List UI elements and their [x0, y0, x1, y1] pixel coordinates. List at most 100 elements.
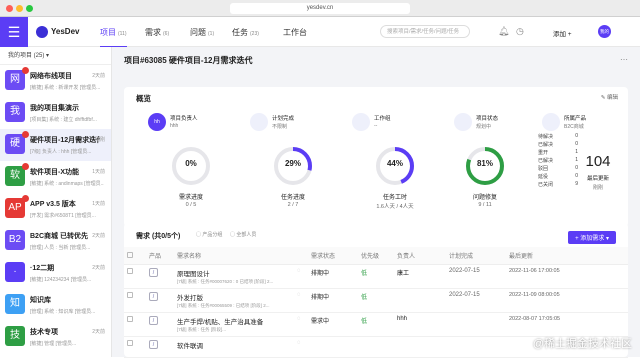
sidebar-item[interactable]: AP APP v3.5 版本 [开发] 需求#6508T1 [管理员... 1天前: [0, 193, 111, 225]
search-input[interactable]: 搜索项目/需求/任务/问题/任务: [380, 25, 470, 38]
tab-requirements[interactable]: 需求 (6): [145, 27, 169, 38]
project-name: 知识库: [30, 297, 51, 304]
progress-value: 2 / 7: [287, 202, 299, 208]
notification-badge: [22, 195, 29, 202]
edit-button[interactable]: ✎ 编辑: [601, 93, 618, 101]
tab-tasks[interactable]: 任务 (23): [232, 27, 259, 38]
project-time: 2天前: [92, 233, 105, 239]
requirement-status[interactable]: 需求中: [308, 312, 358, 337]
tab-issues[interactable]: 问题 (1): [190, 27, 214, 38]
meta-value: --: [374, 123, 378, 129]
progress-value: 9 / 11: [478, 202, 492, 208]
priority[interactable]: 低: [358, 288, 394, 313]
sidebar-item[interactable]: · ·12二期 [敏捷] 124234234 [管理员... 2天前: [0, 257, 111, 289]
progress-stat: 81% 问题修复 9 / 11: [464, 145, 506, 208]
status-label: 已关闭: [538, 182, 554, 188]
requirement-title[interactable]: 生产手焊/机贴、生产治具准备: [177, 316, 291, 326]
sidebar-item[interactable]: 技技术专项 [敏捷] 管理 [管理员... 2天前: [0, 321, 111, 353]
project-time: 1天前: [92, 169, 105, 175]
meta-value: B2C商城: [564, 124, 584, 130]
all-people-toggle[interactable]: ◯ 全部人员: [230, 231, 256, 238]
minimize-window-icon[interactable]: [16, 5, 23, 12]
sidebar-item[interactable]: 软软件项目-X功能 [敏捷] 系统 : andinmaps [管理员... 1天前: [0, 161, 111, 193]
sidebar-item[interactable]: 我我的项目集演示 [项目集] 系统 : 建立 dhfftdfbf...: [0, 97, 111, 129]
table-row[interactable]: / 原理图设计 [7级] 系统 : 任务#00007620 : 0 已结项 [阶段]…: [124, 264, 628, 289]
menu-icon[interactable]: ☰: [0, 17, 28, 47]
progress-value: 1.6人天 / 4人天: [376, 204, 414, 210]
plan-date[interactable]: 2022-07-15: [446, 264, 506, 289]
project-filter[interactable]: 我的项目 (25) ▾: [0, 47, 111, 65]
tab-workbench[interactable]: 工作台: [283, 27, 307, 38]
priority[interactable]: [358, 336, 394, 358]
column-header[interactable]: 需求名称: [174, 247, 294, 265]
column-header[interactable]: [124, 247, 146, 265]
column-header[interactable]: 最后更新: [506, 247, 628, 265]
address-bar[interactable]: yesdev.cn: [230, 3, 410, 14]
clock-icon[interactable]: ◷: [516, 26, 524, 37]
priority[interactable]: 低: [358, 312, 394, 337]
requirement-status[interactable]: 排期中: [308, 264, 358, 289]
sidebar-item[interactable]: B2 B2C商城 已转优先 [管理] 人员 : 当新 [管理员... 2天前: [0, 225, 111, 257]
plan-date[interactable]: 2022-07-15: [446, 288, 506, 313]
meta-icon: hh: [148, 113, 166, 131]
row-checkbox[interactable]: [127, 316, 133, 322]
top-navbar: ☰ YesDev 项目 (11) 需求 (6) 问题 (1) 任务 (23) 工作台 搜…: [0, 17, 640, 48]
owner[interactable]: 康工: [394, 264, 446, 289]
browser-chrome: yesdev.cn: [0, 0, 640, 17]
row-checkbox[interactable]: [127, 292, 133, 298]
product-group-toggle[interactable]: ◯ 产品分组: [196, 231, 222, 238]
column-header[interactable]: 优先级: [358, 247, 394, 265]
status-dot-icon: ◌: [294, 288, 308, 313]
bell-icon[interactable]: 🔔︎: [498, 26, 509, 37]
requirement-status[interactable]: [308, 336, 358, 358]
big-label: 最后更新: [586, 176, 609, 182]
requirement-title[interactable]: 外发打版: [177, 292, 291, 302]
plan-date[interactable]: [446, 312, 506, 337]
project-avatar: 技: [5, 326, 25, 346]
maximize-window-icon[interactable]: [26, 5, 33, 12]
select-all-checkbox[interactable]: [127, 251, 133, 258]
column-header[interactable]: [294, 247, 308, 265]
project-sub: [7级] 负责人 : hhh [管理员...: [30, 149, 92, 155]
progress-percent: 81%: [476, 159, 493, 168]
sidebar-item[interactable]: 硬硬件项目-12月需求迭代 [7级] 负责人 : hhh [管理员... 刚刚: [0, 129, 111, 161]
sidebar-item[interactable]: 知知识库 [管理] 系统 : 知识库 [管理员...: [0, 289, 111, 321]
table-row[interactable]: / 外发打版 [7级] 系统 : 任务#00065509 : 已结项 [阶段] 2.…: [124, 288, 628, 313]
tab-projects[interactable]: 项目 (11): [100, 27, 127, 48]
column-header[interactable]: 产品: [146, 247, 174, 265]
meta-label: 项目状态: [476, 116, 499, 122]
row-checkbox[interactable]: [127, 340, 133, 346]
owner[interactable]: hhh: [394, 312, 446, 337]
status-row: 已关闭 9: [538, 181, 578, 189]
project-sub: [项目集] 系统 : 建立 dhfftdfbf...: [30, 117, 97, 123]
meta-label: 计划完成: [272, 116, 295, 122]
project-avatar: B2: [5, 230, 25, 250]
column-header[interactable]: 负责人: [394, 247, 446, 265]
requirement-status[interactable]: 排期中: [308, 288, 358, 313]
row-checkbox[interactable]: [127, 268, 133, 274]
add-button[interactable]: 添加 +: [553, 28, 572, 38]
table-row[interactable]: / 生产手焊/机贴、生产治具准备 [7级] 系统 : 任务 [阶段]... ◌ 需求中低…: [124, 312, 628, 337]
owner[interactable]: [394, 336, 446, 358]
column-header[interactable]: 需求状态: [308, 247, 358, 265]
close-window-icon[interactable]: [6, 5, 13, 12]
status-label: 已解决: [538, 142, 554, 148]
sidebar-item[interactable]: 网网络布线项目 [敏捷] 系统 : 新课开发 [管理员... 2天前: [0, 65, 111, 97]
add-requirement-button[interactable]: + 添加需求 ▾: [568, 231, 616, 244]
task-status-list: 待解决 0 已解决 0 重开 1 已解决 1 驳回 0 延役 0 已关闭 9: [538, 133, 578, 189]
status-dot-icon: ◌: [294, 312, 308, 337]
owner[interactable]: [394, 288, 446, 313]
more-icon[interactable]: ⋯: [620, 55, 628, 64]
project-avatar: 知: [5, 294, 25, 314]
requirement-title[interactable]: 原理图设计: [177, 268, 291, 278]
avatar[interactable]: 我的: [598, 25, 611, 38]
requirements-title: 需求 (共0/5个): [136, 233, 181, 240]
plan-date[interactable]: [446, 336, 506, 358]
requirement-title[interactable]: 软件联调: [177, 340, 291, 350]
column-header[interactable]: 计划完成: [446, 247, 506, 265]
meta-icon: [352, 113, 370, 131]
status-label: 待解决: [538, 134, 554, 140]
meta-icon: [542, 113, 560, 131]
status-row: 待解决 0: [538, 133, 578, 141]
priority[interactable]: 低: [358, 264, 394, 289]
